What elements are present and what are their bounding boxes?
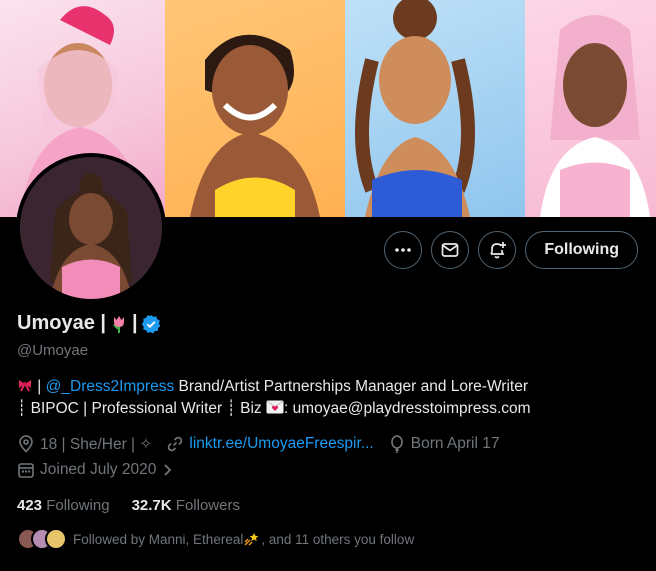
location-item: 18 | She/Her | ✧ bbox=[17, 435, 152, 454]
bio-email: : umoyae@playdresstoimpress.com bbox=[283, 400, 531, 417]
display-name-suffix: | bbox=[131, 312, 138, 334]
message-button[interactable] bbox=[431, 231, 470, 269]
website-link[interactable]: linktr.ee/UmoyaeFreespir... bbox=[189, 435, 373, 453]
love-letter-icon bbox=[266, 400, 284, 414]
bio-separator: | bbox=[33, 378, 46, 395]
joined-item[interactable]: Joined July 2020 bbox=[17, 461, 179, 479]
bio-text-2: ┊ BIPOC | Professional Writer ┊ Biz bbox=[17, 400, 266, 417]
followed-by[interactable]: Followed by Manni, Ethereal , and 11 oth… bbox=[17, 528, 414, 550]
more-icon bbox=[395, 248, 412, 252]
bio-mention-link[interactable]: @_Dress2Impress bbox=[46, 378, 175, 395]
calendar-icon bbox=[18, 463, 34, 478]
following-count: 423 bbox=[17, 497, 43, 514]
profile-handle: @Umoyae bbox=[17, 342, 89, 359]
meta-row-1: 18 | She/Her | ✧ linktr.ee/UmoyaeFreespi… bbox=[17, 433, 513, 455]
following-stat[interactable]: 423 Following bbox=[17, 497, 110, 514]
verified-badge-icon[interactable] bbox=[141, 314, 161, 334]
location-pin-icon bbox=[19, 435, 33, 453]
bell-plus-icon bbox=[490, 242, 507, 259]
following-button[interactable]: Following bbox=[525, 231, 638, 269]
profile-bio: | @_Dress2Impress Brand/Artist Partnersh… bbox=[17, 376, 637, 420]
profile-actions: Following bbox=[384, 231, 638, 269]
followed-by-avatars bbox=[17, 528, 67, 550]
chevron-right-icon bbox=[164, 464, 172, 476]
display-name: Umoyae | bbox=[17, 312, 106, 334]
bio-line-1: | @_Dress2Impress Brand/Artist Partnersh… bbox=[17, 376, 637, 398]
followed-by-text: Followed by Manni, Ethereal bbox=[73, 531, 244, 547]
more-options-button[interactable] bbox=[384, 231, 423, 269]
follow-stats: 423 Following 32.7K Followers bbox=[17, 497, 240, 514]
bio-text-1: Brand/Artist Partnerships Manager and Lo… bbox=[174, 378, 529, 395]
followers-count: 32.7K bbox=[131, 497, 172, 514]
following-stat-label: Following bbox=[46, 497, 110, 514]
notifications-button[interactable] bbox=[478, 231, 517, 269]
display-name-row: Umoyae | | bbox=[17, 312, 161, 335]
website-item[interactable]: linktr.ee/UmoyaeFreespir... bbox=[166, 435, 374, 453]
followed-by-text-suffix: , and 11 others you follow bbox=[261, 531, 415, 547]
link-icon bbox=[168, 436, 183, 452]
profile-meta: 18 | She/Her | ✧ linktr.ee/UmoyaeFreespi… bbox=[17, 433, 513, 485]
followers-stat-label: Followers bbox=[175, 497, 240, 514]
shooting-star-icon bbox=[244, 533, 259, 546]
tulip-icon bbox=[112, 315, 124, 333]
meta-row-2[interactable]: Joined July 2020 bbox=[17, 459, 513, 481]
location-text: 18 | She/Her | ✧ bbox=[40, 435, 153, 453]
balloon-icon bbox=[390, 435, 403, 453]
bio-line-2: ┊ BIPOC | Professional Writer ┊ Biz : um… bbox=[17, 398, 637, 420]
birthday-item: Born April 17 bbox=[388, 435, 500, 453]
followers-stat[interactable]: 32.7K Followers bbox=[132, 497, 240, 514]
avatar-image bbox=[20, 157, 162, 299]
joined-text: Joined July 2020 bbox=[40, 461, 157, 478]
profile-avatar[interactable] bbox=[16, 153, 166, 303]
follower-avatar bbox=[45, 528, 67, 550]
envelope-icon bbox=[441, 243, 459, 257]
birthday-text: Born April 17 bbox=[410, 435, 500, 452]
ribbon-icon bbox=[19, 380, 31, 392]
